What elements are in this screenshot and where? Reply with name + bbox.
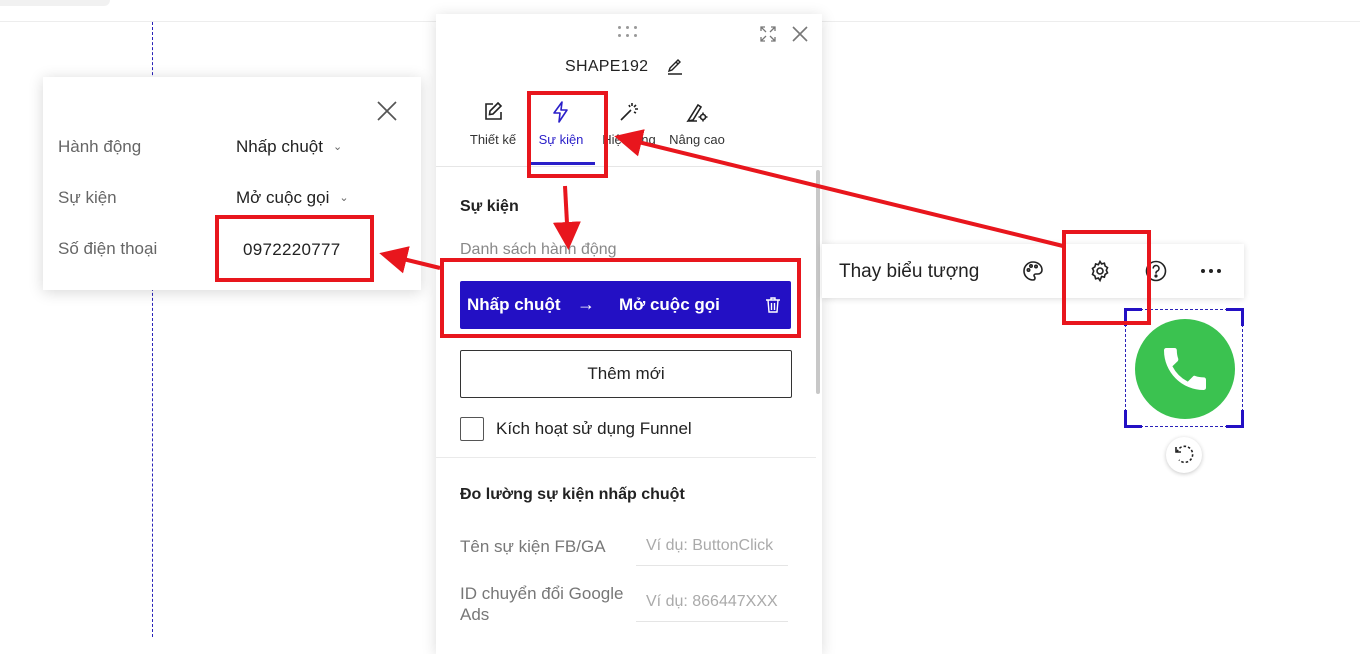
more-icon[interactable] — [1199, 259, 1223, 283]
annotation-box-phone — [215, 215, 374, 282]
rotate-button[interactable] — [1166, 437, 1202, 473]
section-title-tracking: Đo lường sự kiện nhấp chuột — [460, 486, 685, 503]
panel-scrollbar[interactable] — [816, 170, 820, 394]
event-label: Sự kiện — [58, 188, 117, 207]
close-icon[interactable] — [790, 24, 810, 44]
event-value: Mở cuộc gọi — [236, 188, 330, 207]
annotation-box-action-row — [440, 258, 801, 338]
edit-square-icon — [485, 101, 503, 120]
gads-label: ID chuyển đổi Google Ads — [460, 584, 624, 624]
divider — [436, 166, 822, 167]
expand-icon[interactable] — [760, 26, 776, 42]
divider — [436, 457, 816, 458]
action-label: Hành động — [58, 137, 142, 156]
annotation-box-events-tab — [527, 91, 608, 178]
action-value: Nhấp chuột — [236, 137, 323, 156]
section-title-events: Sự kiện — [460, 198, 519, 215]
phone-label: Số điện thoại — [58, 239, 158, 258]
resize-handle[interactable] — [1124, 410, 1142, 428]
magic-wand-icon — [620, 103, 638, 121]
funnel-checkbox-label: Kích hoạt sử dụng Funnel — [496, 419, 692, 438]
top-tab[interactable] — [0, 0, 110, 6]
pen-gear-icon — [686, 103, 708, 123]
gads-input[interactable]: Ví dụ: 866447XXX — [636, 582, 788, 622]
drag-handle-icon[interactable] — [618, 26, 640, 38]
tab-label: Thiết kế — [469, 132, 517, 147]
close-icon[interactable] — [376, 100, 398, 122]
action-select[interactable]: Nhấp chuột ⌄ — [236, 137, 342, 157]
tab-advanced[interactable]: Nâng cao — [662, 100, 732, 147]
element-toolbar: Thay biểu tượng — [822, 244, 1244, 298]
action-list-label: Danh sách hành động — [460, 241, 617, 258]
tab-label: Nâng cao — [669, 132, 725, 147]
funnel-checkbox[interactable] — [460, 417, 484, 441]
palette-icon[interactable] — [1021, 259, 1045, 283]
fb-ga-label: Tên sự kiện FB/GA — [460, 537, 606, 556]
chevron-down-icon: ⌄ — [332, 141, 343, 153]
phone-icon — [1164, 348, 1206, 390]
chevron-down-icon: ⌄ — [339, 192, 349, 204]
shape-name: SHAPE192 — [565, 58, 649, 75]
add-new-button[interactable]: Thêm mới — [460, 350, 792, 398]
resize-handle[interactable] — [1226, 308, 1244, 326]
tab-design[interactable]: Thiết kế — [458, 100, 528, 147]
rotate-icon — [1175, 445, 1194, 464]
change-icon-button[interactable]: Thay biểu tượng — [839, 261, 979, 283]
annotation-box-gear — [1062, 230, 1151, 325]
resize-handle[interactable] — [1226, 410, 1244, 428]
pencil-icon[interactable] — [666, 58, 684, 76]
phone-call-button[interactable] — [1135, 319, 1235, 419]
tab-label: Hiệu ứng — [602, 132, 656, 147]
event-select[interactable]: Mở cuộc gọi ⌄ — [236, 188, 349, 208]
fb-ga-input[interactable]: Ví dụ: ButtonClick — [636, 526, 788, 566]
